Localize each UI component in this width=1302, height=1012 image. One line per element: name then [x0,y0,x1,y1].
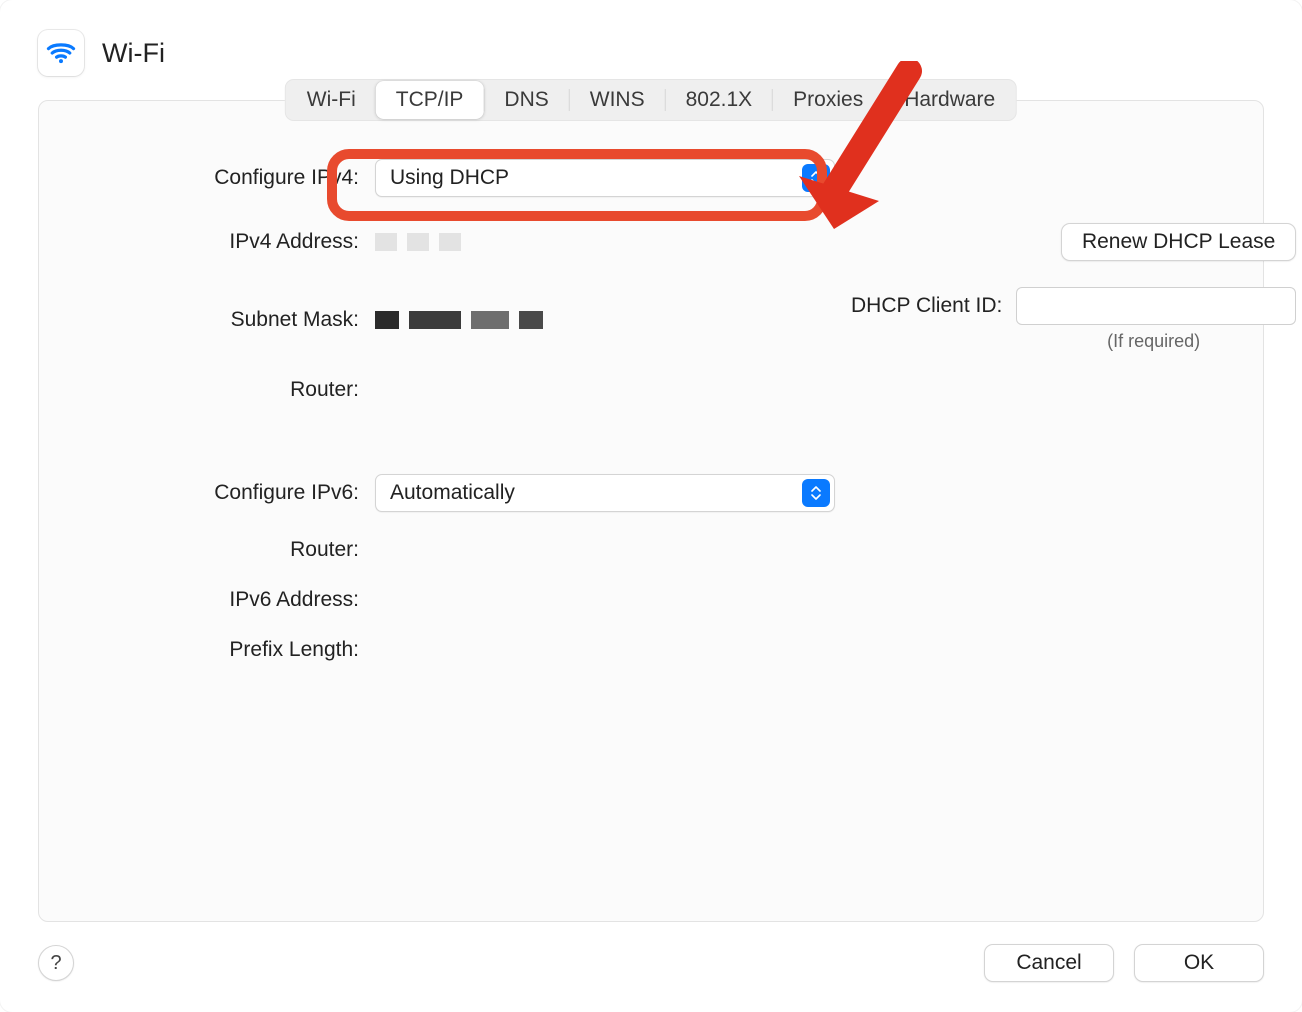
configure-ipv4-select[interactable]: Using DHCP [375,159,835,197]
tab-dns[interactable]: DNS [484,81,568,119]
cancel-button[interactable]: Cancel [984,944,1114,982]
tab-wins[interactable]: WINS [570,81,665,119]
tab-hardware[interactable]: Hardware [884,81,1015,119]
router-ipv6-label: Router: [79,538,359,562]
subnet-mask-label: Subnet Mask: [79,308,359,332]
ok-button[interactable]: OK [1134,944,1264,982]
ipv4-address-label: IPv4 Address: [79,230,359,254]
tab-wifi[interactable]: Wi-Fi [287,81,376,119]
tab-proxies[interactable]: Proxies [773,81,883,119]
configure-ipv6-select[interactable]: Automatically [375,474,835,512]
page-title: Wi-Fi [102,38,165,69]
prefix-length-label: Prefix Length: [79,638,359,662]
help-button[interactable]: ? [38,945,74,981]
content-panel: Wi-Fi TCP/IP DNS WINS 802.1X Proxies Har… [38,100,1264,922]
tab-bar: Wi-Fi TCP/IP DNS WINS 802.1X Proxies Har… [285,79,1017,121]
dhcp-client-id-label: DHCP Client ID: [851,294,1002,318]
configure-ipv6-value: Automatically [390,481,515,505]
ipv6-address-label: IPv6 Address: [79,588,359,612]
tcpip-form: Configure IPv4: Using DHCP IPv4 Address:… [79,159,1223,662]
updown-arrows-icon [802,479,830,507]
ipv4-address-value [375,230,835,254]
dhcp-client-id-hint: (If required) [1107,331,1200,352]
tab-tcpip[interactable]: TCP/IP [376,81,484,119]
tab-8021x[interactable]: 802.1X [666,81,773,119]
network-settings-window: Wi-Fi Wi-Fi TCP/IP DNS WINS 802.1X Proxi… [0,0,1302,1012]
updown-arrows-icon [802,164,830,192]
configure-ipv4-label: Configure IPv4: [79,166,359,190]
router-ipv4-label: Router: [79,378,359,402]
renew-dhcp-lease-button[interactable]: Renew DHCP Lease [1061,223,1296,261]
configure-ipv4-value: Using DHCP [390,166,509,190]
wifi-icon [38,30,84,76]
subnet-mask-value [375,308,835,332]
dhcp-client-id-input[interactable] [1016,287,1296,325]
configure-ipv6-label: Configure IPv6: [79,481,359,505]
footer: ? Cancel OK [20,922,1282,1012]
